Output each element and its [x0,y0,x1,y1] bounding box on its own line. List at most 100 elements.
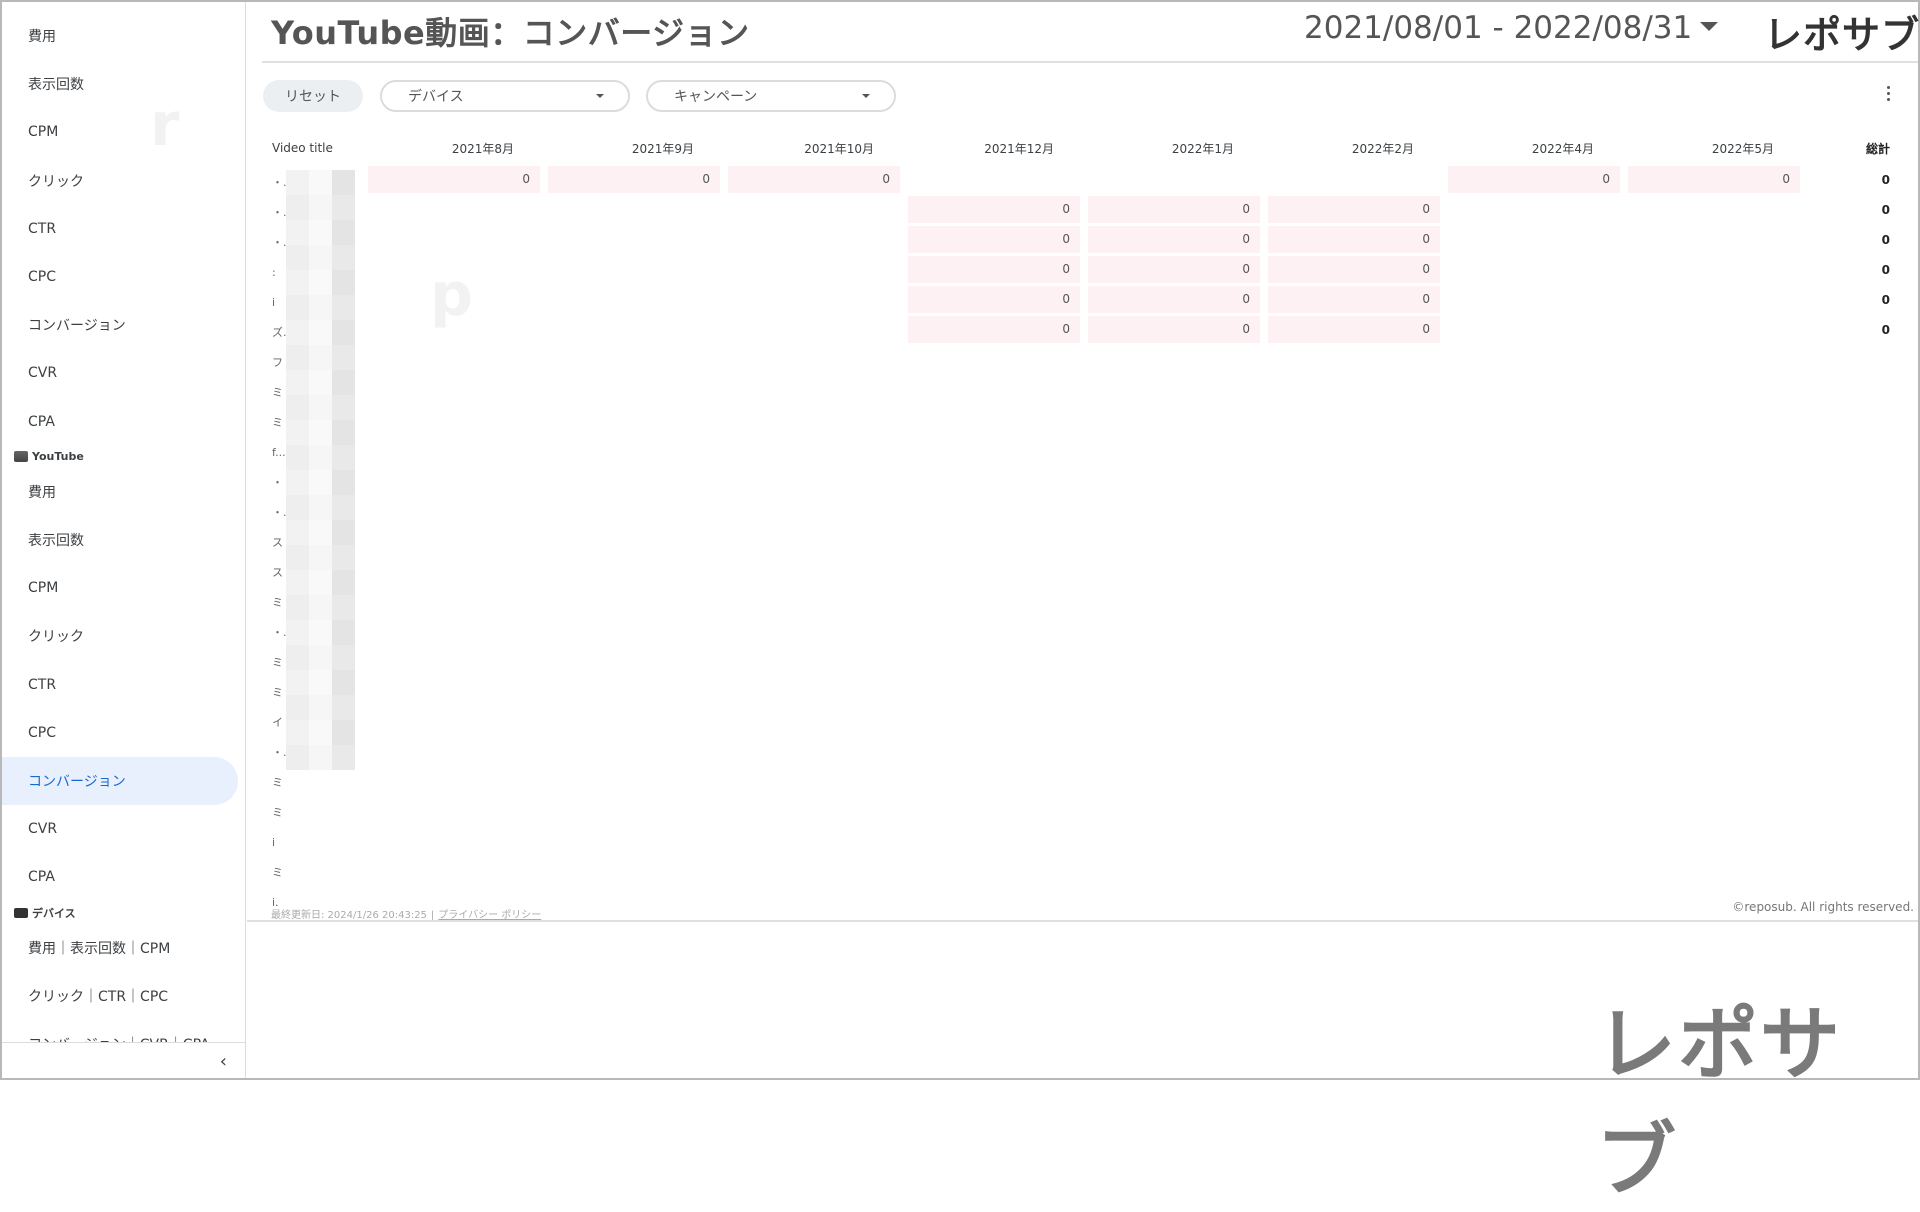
redacted-block [332,720,355,745]
device-filter[interactable]: デバイス [380,80,630,112]
redacted-block [332,495,355,520]
sidebar-item[interactable]: コンバージョン [2,757,238,805]
redacted-block [286,470,309,495]
sidebar-item-label: CTR [28,220,57,237]
redacted-block [332,520,355,545]
redacted-block [286,720,309,745]
column-header[interactable]: 2022年4月 [1448,140,1624,157]
column-header-title: Video title [272,141,333,155]
sidebar-section: デバイス [14,904,76,922]
sidebar-item[interactable]: コンバージョン [2,301,238,349]
sidebar-item[interactable]: CPC [2,709,238,757]
sidebar-item-label: クリック [28,173,84,190]
table-cell: 0 [1448,166,1620,193]
video-title-cell[interactable]: ミ [272,770,352,796]
watermark: r [150,90,180,160]
sidebar-item-label: CPA [28,869,55,886]
video-title-cell[interactable]: ミ [272,800,352,826]
table-cell: 0 [368,166,540,193]
redacted-block [309,745,332,770]
sidebar-item-label: 表示回数 [28,77,84,94]
table-cell: 0 [1088,196,1260,223]
table-cell: 0 [548,166,720,193]
redacted-block [309,195,332,220]
sidebar-section-label: YouTube [32,450,84,464]
row-total: 0 [1881,293,1890,307]
table-cell: 0 [1268,256,1440,283]
date-dropdown-icon[interactable] [1700,22,1718,31]
column-header-total: 総計 [1865,142,1890,156]
redacted-block [286,595,309,620]
sidebar-item[interactable]: CPA [2,398,238,446]
device-icon [14,907,28,918]
sidebar-item[interactable]: CPM [2,564,238,612]
redacted-block [332,170,355,195]
sidebar-item[interactable]: 費用 [2,468,238,516]
row-total: 0 [1881,173,1890,187]
reset-button[interactable]: リセット [263,80,363,112]
redacted-block [286,345,309,370]
redacted-block [332,295,355,320]
sidebar-item[interactable]: CPC [2,253,238,301]
sidebar-item[interactable]: CTR [2,205,238,253]
sidebar-item[interactable]: 費用｜表示回数｜CPM [2,924,238,972]
column-header[interactable]: 2022年5月 [1628,140,1804,157]
footer-divider [247,920,1918,922]
sidebar-item[interactable]: 表示回数 [2,516,238,564]
date-range[interactable]: 2021/08/01 - 2022/08/31 [1304,10,1692,46]
table-cell: 0 [1088,256,1260,283]
redacted-block [286,170,309,195]
sidebar-item[interactable]: CVR [2,349,238,397]
table-cell: 0 [1268,316,1440,343]
redacted-block [286,645,309,670]
redacted-block [286,495,309,520]
redacted-block [286,695,309,720]
brand-logo: レポサブ [1764,13,1920,57]
sidebar-footer: ‹ [2,1042,245,1078]
redacted-block [309,670,332,695]
video-title-cell[interactable]: i [272,830,352,856]
column-header[interactable]: 2021年10月 [728,140,904,157]
column-header[interactable]: 2021年8月 [368,140,544,157]
header-divider [262,61,1918,63]
video-title-cell[interactable]: ミ [272,860,352,886]
sidebar-item[interactable]: CVR [2,805,238,853]
redacted-block [332,270,355,295]
sidebar-item[interactable]: 表示回数 [2,60,238,108]
redacted-block [286,570,309,595]
sidebar-item[interactable]: クリック [2,612,238,660]
redacted-block [309,395,332,420]
youtube-icon [14,451,28,463]
redacted-block [309,320,332,345]
redacted-block [309,420,332,445]
brand-logo-large: レポサブ [1596,998,1842,1207]
column-header[interactable]: 2022年2月 [1268,140,1444,157]
sidebar-item-label: 費用｜表示回数｜CPM [28,940,171,957]
redacted-block [332,245,355,270]
sidebar-item-label: 表示回数 [28,533,84,549]
redacted-block [332,345,355,370]
table-cell: 0 [1268,196,1440,223]
redacted-block [309,495,332,520]
more-options-icon[interactable] [1884,86,1892,104]
chevron-left-icon[interactable]: ‹ [220,1051,227,1072]
sidebar-item[interactable]: CTR [2,661,238,709]
copyright: ©reposub. All rights reserved. [1732,900,1914,914]
redacted-block [286,270,309,295]
sidebar-item[interactable]: クリック｜CTR｜CPC [2,972,238,1020]
redacted-block [332,745,355,770]
redacted-block [309,170,332,195]
redacted-block [309,570,332,595]
column-header[interactable]: 2021年12月 [908,140,1084,157]
sidebar-item[interactable]: クリック [2,157,238,205]
sidebar-item[interactable]: CPM [2,108,238,156]
sidebar-item[interactable]: CPA [2,853,238,901]
sidebar-item[interactable]: 費用 [2,12,238,60]
redacted-block [332,195,355,220]
column-header[interactable]: 2022年1月 [1088,140,1264,157]
redacted-block [332,620,355,645]
campaign-filter[interactable]: キャンペーン [646,80,896,112]
redacted-block [309,220,332,245]
redacted-block [309,345,332,370]
column-header[interactable]: 2021年9月 [548,140,724,157]
